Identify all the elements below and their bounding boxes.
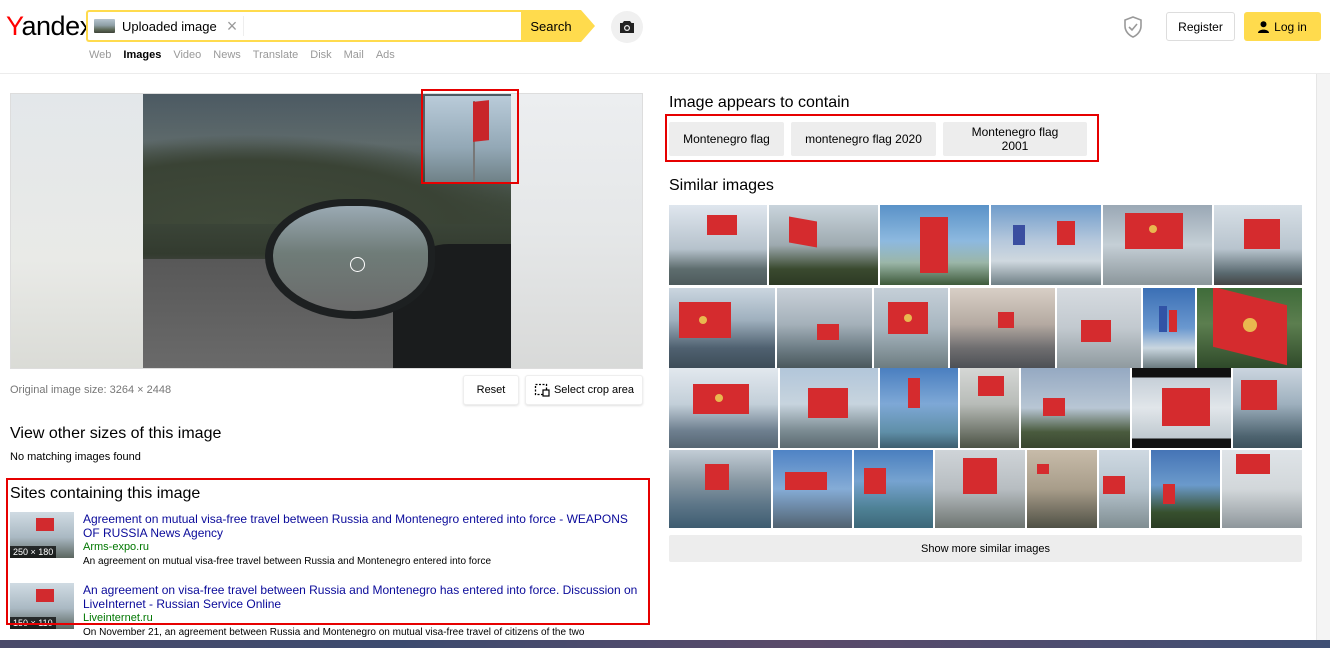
image-blur-right [511,94,642,368]
highlight-crop-box [421,89,519,184]
crop-icon [534,383,550,397]
nav-translate[interactable]: Translate [253,49,298,61]
close-icon[interactable]: × [227,17,238,35]
nav-ads[interactable]: Ads [376,49,395,61]
similar-image[interactable] [1099,450,1149,528]
similar-image[interactable] [769,205,878,285]
similar-image[interactable] [669,205,767,285]
similar-image[interactable] [854,450,933,528]
similar-image[interactable] [669,288,775,368]
highlight-tags-box [665,114,1099,162]
search-button[interactable]: Search [521,10,581,42]
register-button[interactable]: Register [1166,12,1235,41]
image-blur-left [11,94,143,368]
original-image-size: Original image size: 3264 × 2448 [10,384,172,396]
uploaded-image-label: Uploaded image [122,18,217,34]
similar-image[interactable] [1214,205,1302,285]
query-image-viewer[interactable] [10,93,643,369]
page-scrollbar[interactable] [1316,74,1330,640]
contains-title: Image appears to contain [669,94,850,111]
similar-image[interactable] [935,450,1025,528]
nav-video[interactable]: Video [173,49,201,61]
similar-image[interactable] [1103,205,1212,285]
other-sizes-title: View other sizes of this image [10,425,222,442]
similar-image[interactable] [777,288,872,368]
similar-image[interactable] [669,368,778,448]
reset-button[interactable]: Reset [463,375,519,405]
similar-image[interactable] [1057,288,1141,368]
no-matching-message: No matching images found [10,451,141,463]
similar-image[interactable] [1027,450,1097,528]
shield-icon[interactable] [1123,16,1143,38]
crop-handle[interactable] [350,257,365,272]
nav-mail[interactable]: Mail [344,49,364,61]
login-button[interactable]: Log in [1244,12,1321,41]
nav-web[interactable]: Web [89,49,111,61]
similar-image[interactable] [669,450,771,528]
show-more-similar-button[interactable]: Show more similar images [669,535,1302,562]
similar-image[interactable] [1132,368,1231,448]
similar-image[interactable] [773,450,852,528]
similar-image[interactable] [991,205,1101,285]
nav-disk[interactable]: Disk [310,49,331,61]
similar-image[interactable] [780,368,878,448]
header: Yandex Uploaded image × Search Web Image… [0,0,1330,74]
camera-icon[interactable] [611,11,643,43]
similar-image[interactable] [880,205,989,285]
similar-image[interactable] [874,288,948,368]
uploaded-image-chip[interactable]: Uploaded image × [94,16,245,36]
taskbar-strip [0,640,1330,648]
login-label: Log in [1274,19,1307,34]
search-nav: Web Images Video News Translate Disk Mai… [89,49,407,61]
search-input[interactable]: Uploaded image × [86,10,522,42]
highlight-sites-box [6,478,650,625]
yandex-logo[interactable]: Yandex [6,10,93,42]
nav-images[interactable]: Images [123,49,161,61]
similar-image[interactable] [950,288,1055,368]
similar-image[interactable] [960,368,1019,448]
similar-image[interactable] [1151,450,1220,528]
nav-news[interactable]: News [213,49,241,61]
search-button-arrow [581,10,595,42]
select-crop-area-label: Select crop area [553,384,635,396]
similar-title: Similar images [669,177,774,194]
similar-image[interactable] [1197,288,1302,368]
user-icon [1258,20,1270,33]
select-crop-area-button[interactable]: Select crop area [525,375,643,405]
similar-image[interactable] [1021,368,1130,448]
similar-image[interactable] [1233,368,1302,448]
similar-image[interactable] [1143,288,1195,368]
site-result-description: On November 21, an agreement between Rus… [83,627,585,638]
uploaded-image-thumbnail [94,19,115,33]
similar-image[interactable] [1222,450,1302,528]
similar-image[interactable] [880,368,958,448]
